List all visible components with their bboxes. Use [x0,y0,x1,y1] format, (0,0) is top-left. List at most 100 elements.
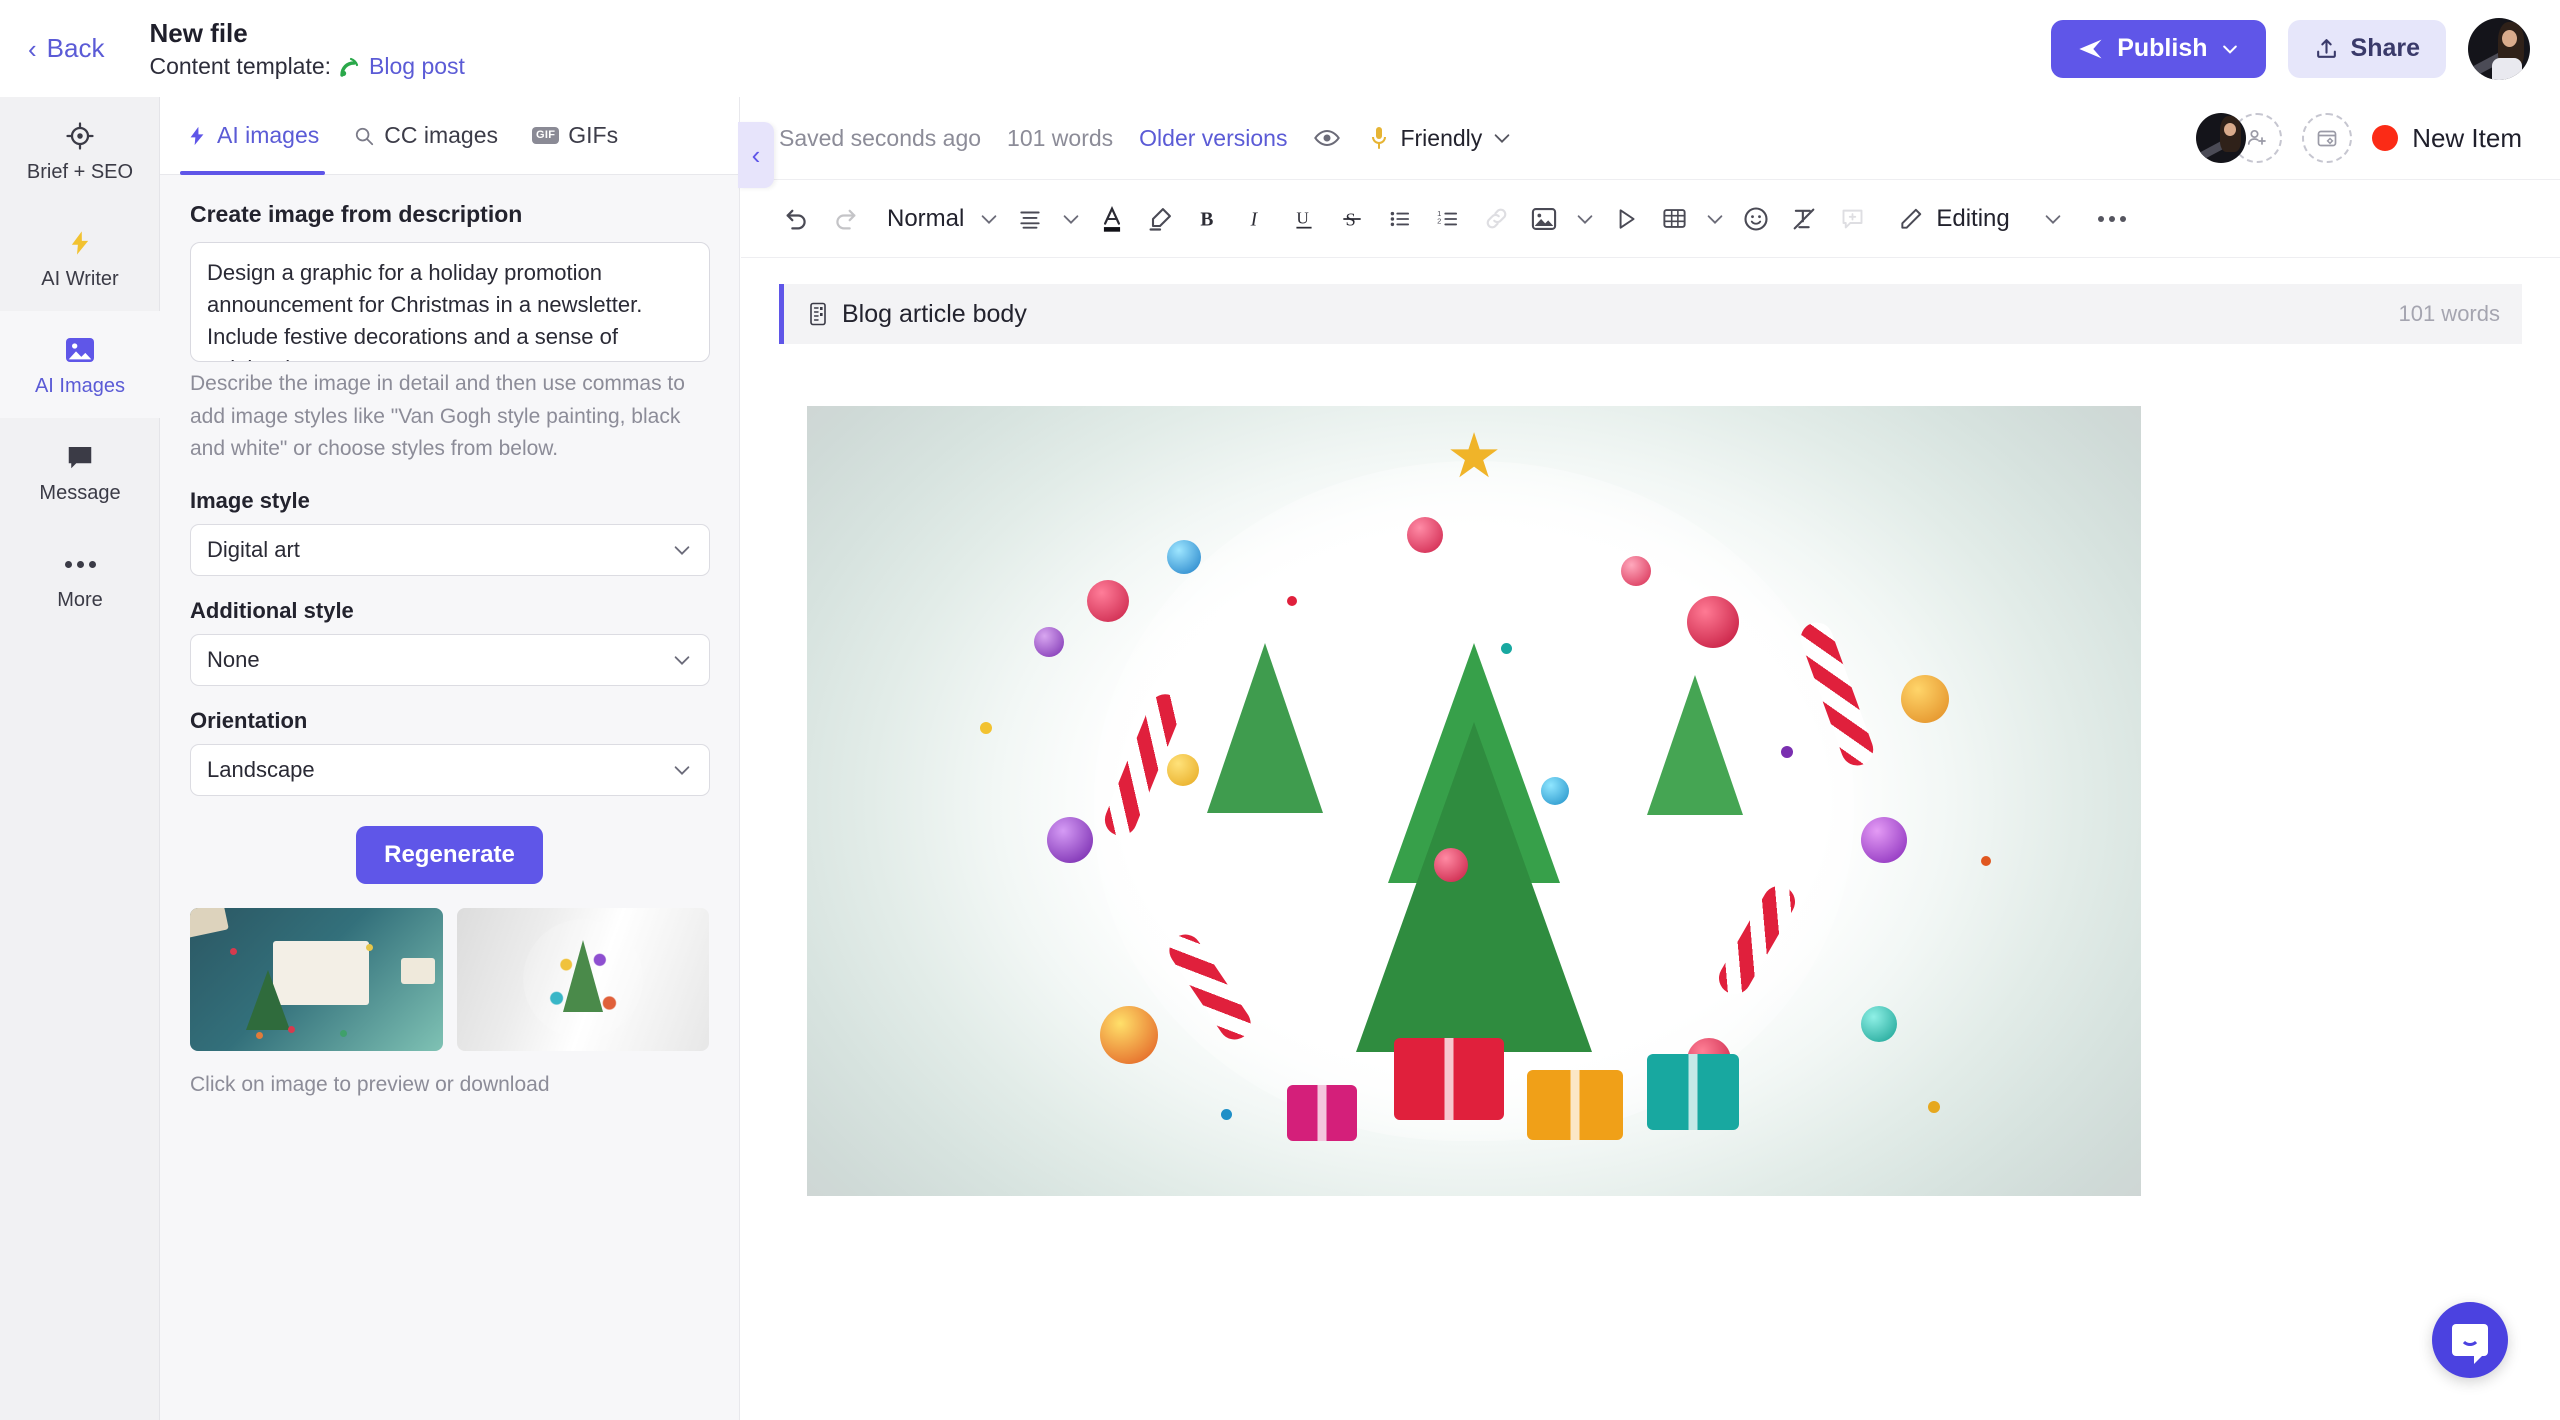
saved-status: Saved seconds ago [779,124,982,151]
tab-cc-images[interactable]: CC images [353,97,498,175]
underline-icon[interactable]: U [1280,195,1328,243]
undo-icon[interactable] [773,195,821,243]
new-item-button[interactable]: New Item [2372,123,2522,154]
orientation-select[interactable]: Landscape [190,743,710,796]
more-options-icon[interactable] [2088,195,2136,243]
schedule-button[interactable] [2302,113,2353,163]
new-item-label: New Item [2412,122,2522,153]
ai-images-panel: AI images CC images GIF GIFs Create imag… [160,97,740,1420]
image-detail [1167,540,1202,575]
title-block: New file Content template: Blog post [149,17,464,81]
sidebar-item-label: More [57,589,103,611]
numbered-list-icon[interactable]: 1 2 [1424,195,1472,243]
table-icon[interactable] [1650,195,1698,243]
image-detail [1687,595,1740,648]
chevron-down-icon [1491,127,1513,149]
tone-selector[interactable]: Friendly [1367,125,1513,152]
tab-ai-images[interactable]: AI images [179,97,326,175]
image-style-label: Image style [190,487,310,513]
chevron-down-icon[interactable] [2036,195,2070,243]
back-button[interactable]: ‹ Back [28,33,104,64]
thumbnail-result-1[interactable] [190,907,443,1051]
chevron-down-icon[interactable] [1568,195,1602,243]
older-versions-link[interactable]: Older versions [1139,125,1287,152]
chevron-down-icon[interactable] [972,195,1006,243]
paragraph-style-select[interactable]: Normal [869,195,972,243]
bullet-list-icon[interactable] [1376,195,1424,243]
publish-button[interactable]: Publish [2051,19,2266,78]
highlight-icon[interactable] [1136,195,1184,243]
editing-mode-button[interactable]: Editing [1898,204,2010,233]
video-icon[interactable] [1602,195,1650,243]
regenerate-button[interactable]: Regenerate [356,825,543,884]
additional-style-value: None [207,646,260,672]
user-avatar[interactable] [2468,17,2530,80]
preview-eye-icon[interactable] [1313,124,1341,152]
link-icon[interactable] [1472,195,1520,243]
thumbnail-detail [340,1029,347,1037]
image-detail [1712,880,1801,1000]
chevron-down-icon[interactable] [1698,195,1732,243]
prompt-hint: Describe the image in detail and then us… [190,372,685,461]
image-prompt-textarea[interactable] [190,242,710,362]
thumbnail-detail [366,943,373,951]
thumbnail-result-2[interactable] [456,907,709,1051]
sidebar-item-more[interactable]: More [0,525,160,632]
editor-header-actions: New Item [2196,113,2522,163]
sidebar-item-ai-writer[interactable]: AI Writer [0,204,160,311]
image-detail [1100,1006,1159,1065]
microphone-icon [1367,125,1391,151]
sidebar-item-ai-images[interactable]: AI Images [0,311,160,418]
collapse-panel-button[interactable]: ‹ [738,122,774,188]
bold-icon[interactable]: B [1184,195,1232,243]
editor-meta: Saved seconds ago 101 words Older versio… [779,124,1513,152]
tab-gifs[interactable]: GIF GIFs [532,97,618,175]
tab-label: AI images [217,122,320,148]
share-button[interactable]: Share [2287,19,2446,78]
article-section-label: Blog article body [842,299,1027,328]
upload-icon [2314,36,2339,61]
chat-widget-button[interactable] [2432,1302,2508,1378]
image-detail [1796,618,1878,771]
chat-icon [4,440,156,474]
image-style-select[interactable]: Digital art [190,523,710,576]
sidebar-item-label: AI Writer [41,268,119,290]
image-detail [1220,1109,1232,1121]
image-detail [1647,674,1744,815]
comment-icon[interactable] [1828,195,1876,243]
chat-icon [2452,1324,2488,1364]
additional-style-label: Additional style [190,597,354,623]
article-image-wrap: ★ [779,406,2522,1196]
sidebar-item-message[interactable]: Message [0,418,160,525]
generated-image[interactable]: ★ [807,406,2141,1196]
emoji-icon[interactable] [1732,195,1780,243]
editing-mode-label: Editing [1936,204,2010,232]
chevron-down-icon [671,649,693,671]
additional-style-select[interactable]: None [190,633,710,686]
page-title: New file [149,17,248,48]
sidebar-item-brief-seo[interactable]: Brief + SEO [0,97,160,204]
image-detail [1900,674,1949,723]
article-area: Blog article body 101 words ★ [741,258,2560,1196]
text-color-icon[interactable] [1088,195,1136,243]
thumbnail-detail [562,940,603,1013]
redo-icon[interactable] [821,195,869,243]
thumbnail-detail [230,947,237,955]
avatar-detail [2502,29,2517,47]
align-icon[interactable] [1006,195,1054,243]
italic-icon[interactable]: I [1232,195,1280,243]
ellipsis-icon [4,547,156,581]
collaborator-avatar[interactable] [2196,113,2247,163]
star-icon: ★ [1446,422,1502,491]
create-image-heading: Create image from description [190,201,523,227]
strikethrough-icon[interactable]: S [1328,195,1376,243]
svg-text:2: 2 [1438,216,1442,225]
content-template-name[interactable]: Blog post [369,53,465,80]
clear-format-icon[interactable] [1780,195,1828,243]
image-detail [980,722,993,734]
chevron-down-icon [671,539,693,561]
publish-label: Publish [2117,34,2208,62]
chevron-down-icon[interactable] [1054,195,1088,243]
sidebar-item-label: AI Images [34,375,126,397]
image-icon[interactable] [1520,195,1568,243]
